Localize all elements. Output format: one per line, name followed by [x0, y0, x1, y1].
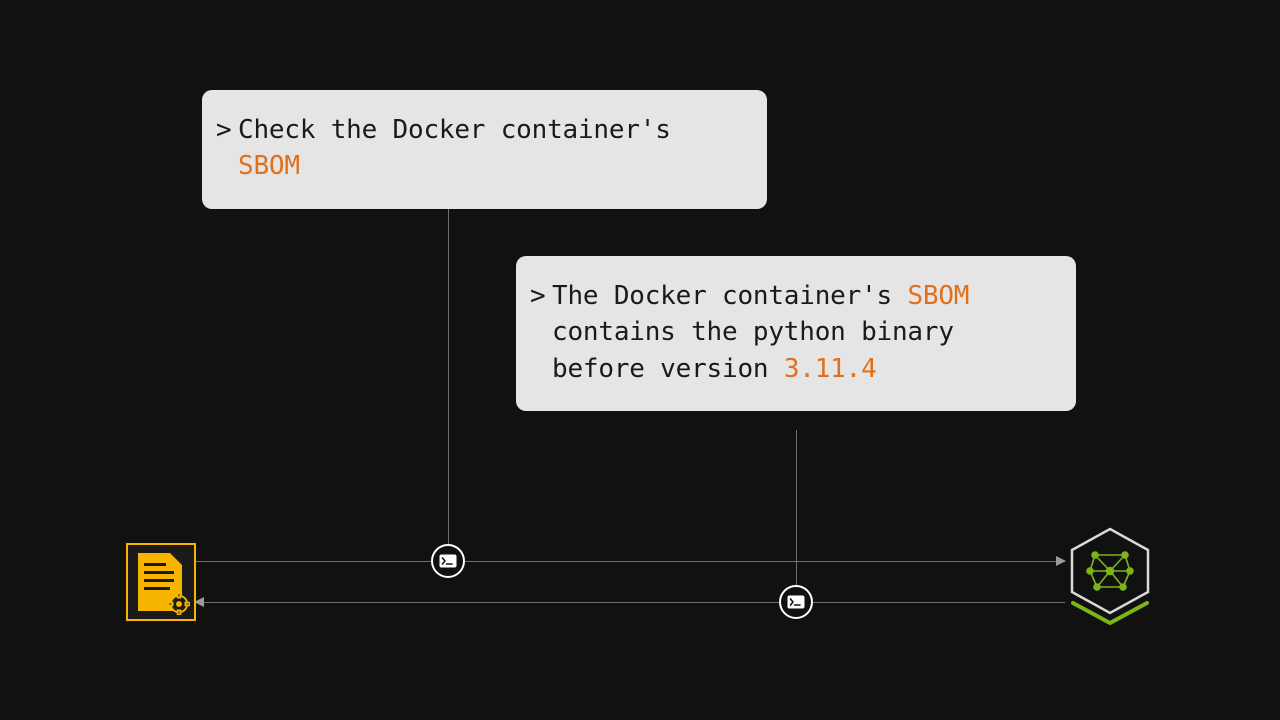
arrow-response — [195, 602, 1065, 603]
arrow-query — [195, 561, 1065, 562]
terminal-badge-bottom — [779, 585, 813, 619]
document-gear-icon — [126, 543, 196, 621]
terminal-badge-top — [431, 544, 465, 578]
gear-icon — [168, 593, 190, 615]
card-response-seg1: The Docker container's — [552, 281, 907, 311]
card-query-text-sbom: SBOM — [238, 151, 300, 181]
connector-mid-card — [796, 430, 797, 602]
card-query-text-pre: Check the Docker container's — [238, 115, 671, 145]
terminal-icon — [439, 554, 457, 568]
card-response-version: 3.11.4 — [784, 354, 877, 384]
card-response: The Docker container's SBOM contains the… — [516, 256, 1076, 411]
connector-top-card — [448, 205, 449, 561]
terminal-icon — [787, 595, 805, 609]
brain-hexagon-icon — [1065, 525, 1155, 625]
card-query: Check the Docker container's SBOM — [202, 90, 767, 209]
card-response-sbom: SBOM — [907, 281, 969, 311]
card-response-seg2: contains the python binary before versio… — [552, 317, 954, 383]
hexagon-icon — [1065, 525, 1155, 625]
